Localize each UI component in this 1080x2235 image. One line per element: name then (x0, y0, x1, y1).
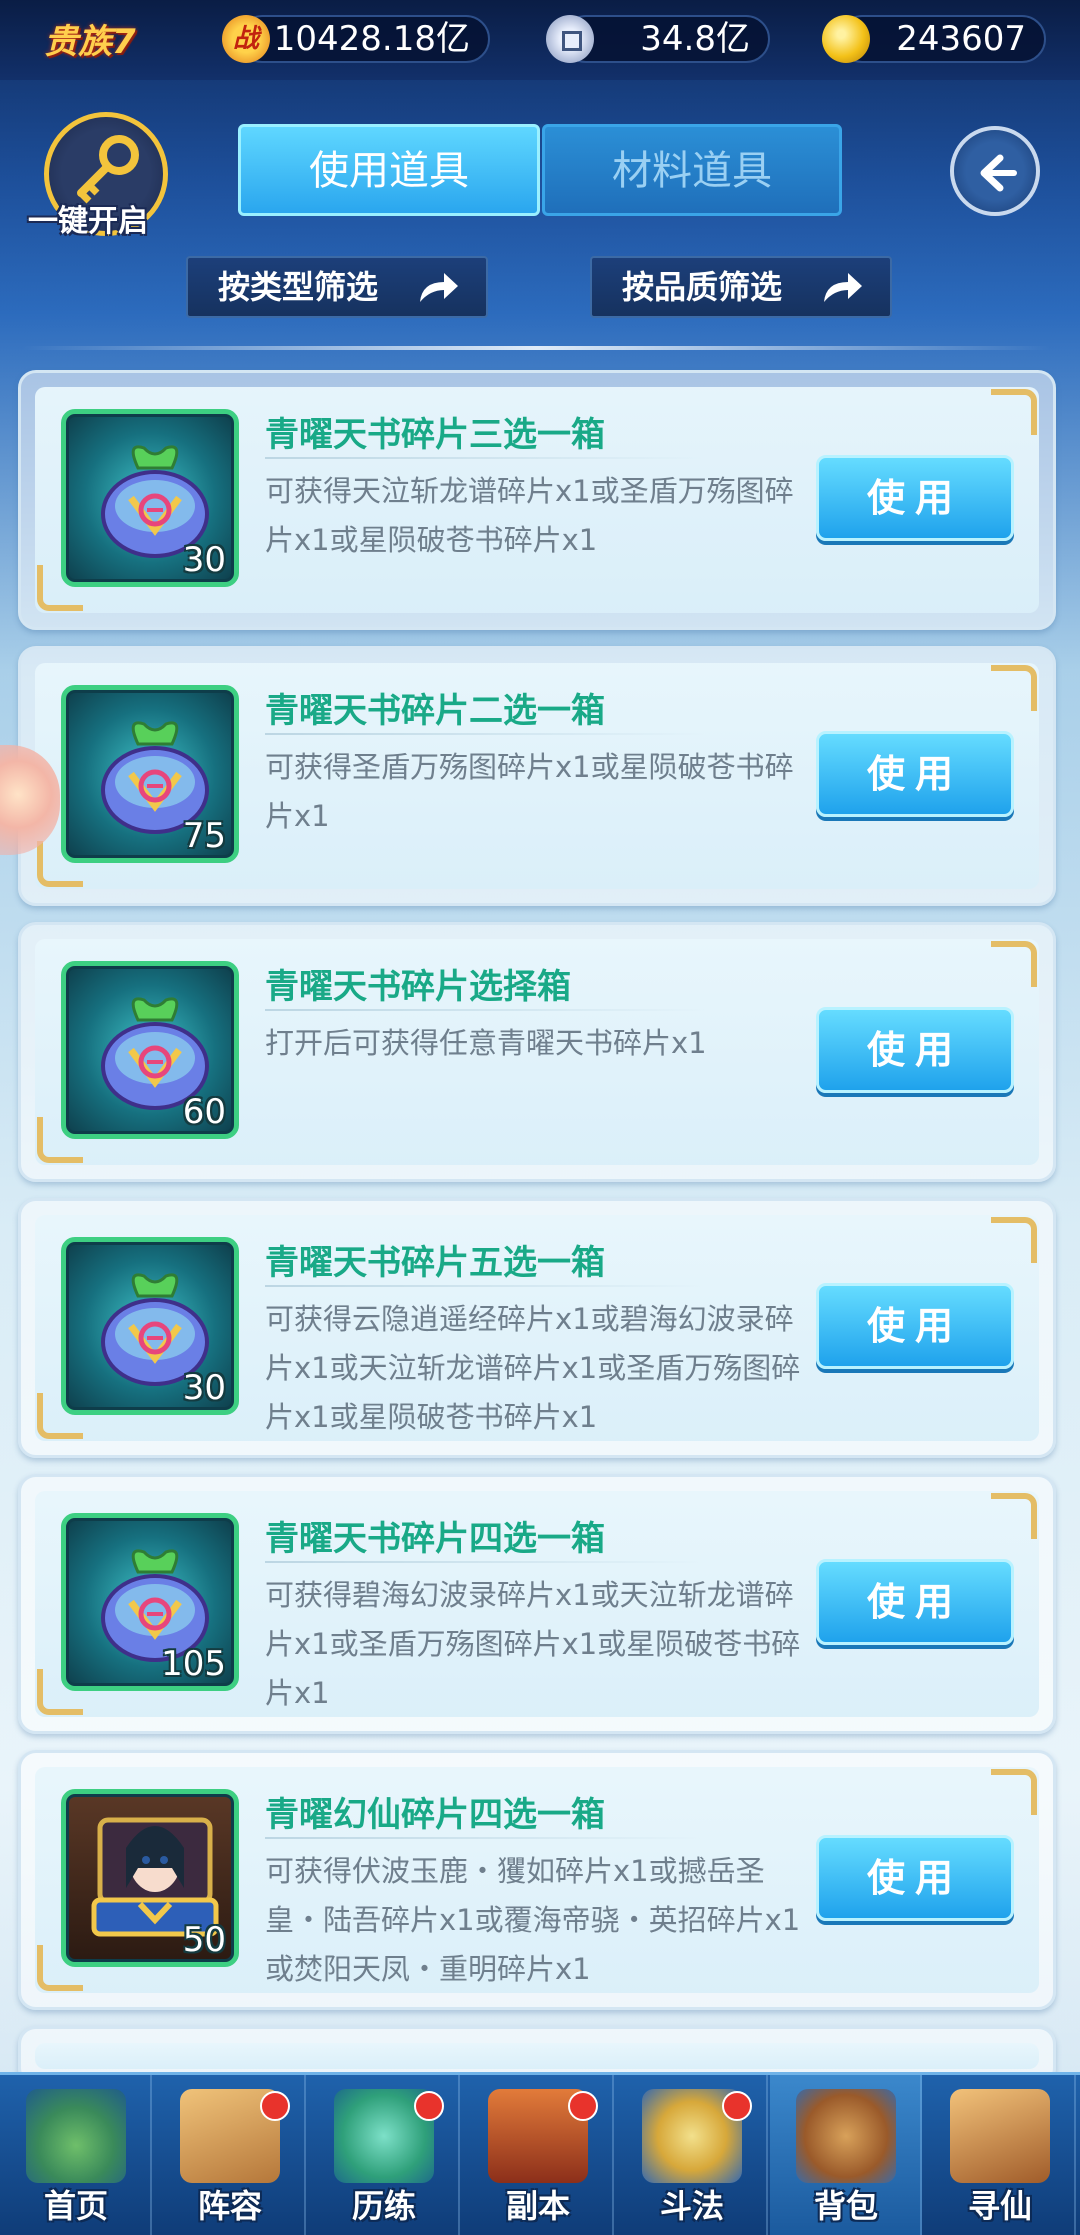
item-card[interactable]: 30 青曜天书碎片五选一箱 可获得云隐逍遥经碎片x1或碧海幻波录碎片x1或天泣斩… (18, 1198, 1056, 1458)
item-description: 可获得碧海幻波录碎片x1或天泣斩龙谱碎片x1或圣盾万殇图碎片x1或星陨破苍书碎片… (265, 1578, 801, 1710)
item-icon[interactable]: 30 (61, 1237, 239, 1415)
nav-item-home[interactable]: 首页 (0, 2075, 152, 2235)
nav-label: 阵容 (197, 2187, 262, 2225)
item-title: 青曜天书碎片三选一箱 (265, 415, 605, 455)
notification-dot (414, 2091, 444, 2121)
arrow-right-icon (824, 273, 862, 302)
nav-label: 背包 (813, 2187, 878, 2225)
nav-label: 历练 (351, 2187, 416, 2225)
item-description: 打开后可获得任意青曜天书碎片x1 (265, 1026, 707, 1060)
corner-ornament-icon (991, 665, 1037, 711)
title-underline (265, 1837, 705, 1839)
item-count: 30 (182, 1368, 226, 1408)
corner-ornament-icon (991, 941, 1037, 987)
bag-icon (796, 2089, 896, 2183)
vip-level-label[interactable]: 贵族7 (44, 14, 136, 63)
title-underline (265, 1285, 705, 1287)
battle-power-icon: 战 (222, 15, 270, 63)
use-button[interactable]: 使用 (816, 1835, 1014, 1921)
corner-ornament-icon (991, 1493, 1037, 1539)
filter-by-type-label: 按类型筛选 (218, 268, 379, 306)
item-card[interactable]: 75 青曜天书碎片二选一箱 可获得圣盾万殇图碎片x1或星陨破苍书碎片x1 使用 (18, 646, 1056, 906)
nav-label: 寻仙 (967, 2187, 1032, 2225)
item-description: 可获得伏波玉鹿・玃如碎片x1或撼岳圣皇・陆吾碎片x1或覆海帝骁・英招碎片x1或焚… (265, 1854, 801, 1986)
corner-ornament-icon (991, 389, 1037, 435)
item-card[interactable]: 105 青曜天书碎片四选一箱 可获得碧海幻波录碎片x1或天泣斩龙谱碎片x1或圣盾… (18, 1474, 1056, 1734)
item-card[interactable]: 50 青曜幻仙碎片四选一箱 可获得伏波玉鹿・玃如碎片x1或撼岳圣皇・陆吾碎片x1… (18, 1750, 1056, 2010)
item-card[interactable]: 60 青曜天书碎片选择箱 打开后可获得任意青曜天书碎片x1 使用 (18, 922, 1056, 1182)
use-button[interactable]: 使用 (816, 1283, 1014, 1369)
tab-material-items[interactable]: 材料道具 (542, 124, 842, 216)
gold-ingot-display[interactable]: 243607 (822, 15, 1046, 63)
seek-immortal-icon (950, 2089, 1050, 2183)
item-icon[interactable]: 75 (61, 685, 239, 863)
item-description: 可获得云隐逍遥经碎片x1或碧海幻波录碎片x1或天泣斩龙谱碎片x1或圣盾万殇图碎片… (265, 1302, 801, 1434)
nav-label: 首页 (43, 2187, 108, 2225)
item-icon[interactable]: 105 (61, 1513, 239, 1691)
filter-by-quality-label: 按品质筛选 (622, 268, 783, 306)
notification-dot (260, 2091, 290, 2121)
battle-power-value: 10428.18亿 (273, 19, 470, 59)
tab-use-items[interactable]: 使用道具 (238, 124, 540, 216)
silver-coin-icon (546, 15, 594, 63)
corner-ornament-icon (991, 1769, 1037, 1815)
title-underline (265, 457, 705, 459)
item-title: 青曜天书碎片选择箱 (265, 967, 571, 1007)
gold-ingot-icon (822, 15, 870, 63)
use-button[interactable]: 使用 (816, 1007, 1014, 1093)
back-arrow-icon (980, 154, 1017, 192)
corner-ornament-icon (991, 1217, 1037, 1263)
battle-power-display: 战 10428.18亿 (222, 15, 490, 63)
filter-by-type-button[interactable]: 按类型筛选 (186, 256, 488, 318)
nav-item-seek-immortal[interactable]: 寻仙 (924, 2075, 1076, 2235)
use-button[interactable]: 使用 (816, 1559, 1014, 1645)
item-description: 可获得天泣斩龙谱碎片x1或圣盾万殇图碎片x1或星陨破苍书碎片x1 (265, 474, 794, 557)
use-button[interactable]: 使用 (816, 455, 1014, 541)
item-icon[interactable]: 60 (61, 961, 239, 1139)
title-underline (265, 1009, 705, 1011)
toolbar-divider (22, 346, 1050, 350)
title-underline (265, 733, 705, 735)
nav-label: 副本 (505, 2187, 570, 2225)
notification-dot (722, 2091, 752, 2121)
item-count: 50 (182, 1920, 226, 1960)
back-button[interactable] (950, 126, 1040, 216)
bottom-nav: 首页 阵容 历练 副本 斗法 背包 寻仙 (0, 2072, 1080, 2235)
item-title: 青曜天书碎片二选一箱 (265, 691, 605, 731)
open-all-label[interactable]: 一键开启 (28, 196, 188, 240)
filter-by-quality-button[interactable]: 按品质筛选 (590, 256, 892, 318)
use-button[interactable]: 使用 (816, 731, 1014, 817)
resource-bar: 贵族7 战 10428.18亿 34.8亿 243607 (0, 0, 1080, 80)
item-description: 可获得圣盾万殇图碎片x1或星陨破苍书碎片x1 (265, 750, 794, 833)
item-card[interactable]: 30 青曜天书碎片三选一箱 可获得天泣斩龙谱碎片x1或圣盾万殇图碎片x1或星陨破… (18, 370, 1056, 630)
item-card-background (35, 2043, 1039, 2069)
notification-dot (568, 2091, 598, 2121)
nav-item-training[interactable]: 历练 (308, 2075, 460, 2235)
arrow-right-icon (420, 273, 458, 302)
nav-label: 斗法 (659, 2187, 724, 2225)
home-icon (26, 2089, 126, 2183)
item-count: 60 (182, 1092, 226, 1132)
nav-item-bag[interactable]: 背包 (770, 2075, 922, 2235)
title-underline (265, 1561, 705, 1563)
silver-coin-value: 34.8亿 (640, 19, 750, 59)
item-count: 75 (182, 816, 226, 856)
nav-item-dungeon[interactable]: 副本 (462, 2075, 614, 2235)
item-icon[interactable]: 50 (61, 1789, 239, 1967)
nav-item-lineup[interactable]: 阵容 (154, 2075, 306, 2235)
item-count: 105 (161, 1644, 226, 1684)
gold-ingot-value: 243607 (896, 19, 1026, 59)
nav-item-arena[interactable]: 斗法 (616, 2075, 768, 2235)
item-title: 青曜天书碎片五选一箱 (265, 1243, 605, 1283)
item-count: 30 (182, 540, 226, 580)
item-title: 青曜幻仙碎片四选一箱 (265, 1795, 605, 1835)
silver-coin-display[interactable]: 34.8亿 (546, 15, 770, 63)
item-title: 青曜天书碎片四选一箱 (265, 1519, 605, 1559)
item-icon[interactable]: 30 (61, 409, 239, 587)
